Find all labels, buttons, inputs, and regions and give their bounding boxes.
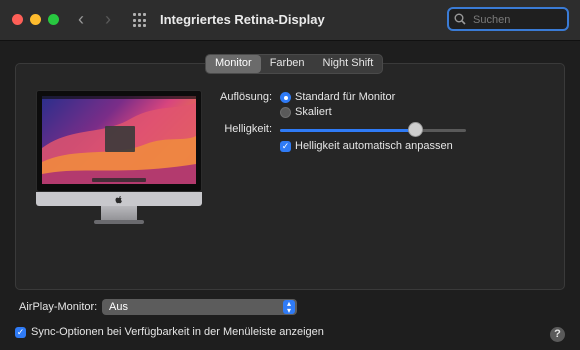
sync-options-checkbox[interactable]: ✓ xyxy=(15,327,26,338)
brightness-slider[interactable] xyxy=(280,129,466,132)
brightness-slider-fill xyxy=(280,129,416,132)
radio-standard-label[interactable]: Standard für Monitor xyxy=(295,91,395,103)
auto-brightness-label[interactable]: Helligkeit automatisch anpassen xyxy=(295,140,453,152)
close-icon[interactable] xyxy=(12,14,23,25)
monitor-illustration xyxy=(36,90,202,230)
back-button[interactable]: ‹ xyxy=(78,9,84,29)
airplay-select[interactable]: Aus ▴ ▾ xyxy=(102,299,297,315)
apple-logo-icon xyxy=(115,196,122,204)
radio-scaled[interactable] xyxy=(280,107,291,118)
airplay-label: AirPlay-Monitor: xyxy=(19,301,98,313)
minimize-icon[interactable] xyxy=(30,14,41,25)
sync-options-label[interactable]: Sync-Optionen bei Verfügbarkeit in der M… xyxy=(31,326,324,338)
tab-bar: Monitor Farben Night Shift xyxy=(205,54,384,74)
search-icon xyxy=(454,13,466,25)
search-input[interactable] xyxy=(471,11,567,29)
help-button[interactable]: ? xyxy=(550,327,565,342)
checkmark-icon: ✓ xyxy=(281,141,290,151)
wallpaper-image xyxy=(42,96,196,184)
search-field[interactable] xyxy=(447,7,569,31)
resolution-label: Auflösung: xyxy=(220,91,272,103)
tab-farben[interactable]: Farben xyxy=(261,55,314,73)
radio-scaled-label[interactable]: Skaliert xyxy=(295,106,332,118)
monitor-screen xyxy=(36,90,202,192)
forward-button[interactable]: › xyxy=(105,9,111,29)
airplay-select-value: Aus xyxy=(109,301,128,313)
window-title: Integriertes Retina-Display xyxy=(160,12,325,27)
chevron-updown-icon: ▴ ▾ xyxy=(283,300,295,315)
radio-standard[interactable] xyxy=(280,92,291,103)
grid-icon[interactable] xyxy=(133,13,148,28)
tab-monitor[interactable]: Monitor xyxy=(206,55,261,73)
monitor-chin xyxy=(36,192,202,206)
title-bar: ‹ › Integriertes Retina-Display xyxy=(0,0,580,41)
zoom-icon[interactable] xyxy=(48,14,59,25)
brightness-label: Helligkeit: xyxy=(224,123,272,135)
tab-night-shift[interactable]: Night Shift xyxy=(314,55,383,73)
auto-brightness-checkbox[interactable]: ✓ xyxy=(280,141,291,152)
checkmark-icon: ✓ xyxy=(16,327,25,337)
monitor-base xyxy=(94,220,144,224)
